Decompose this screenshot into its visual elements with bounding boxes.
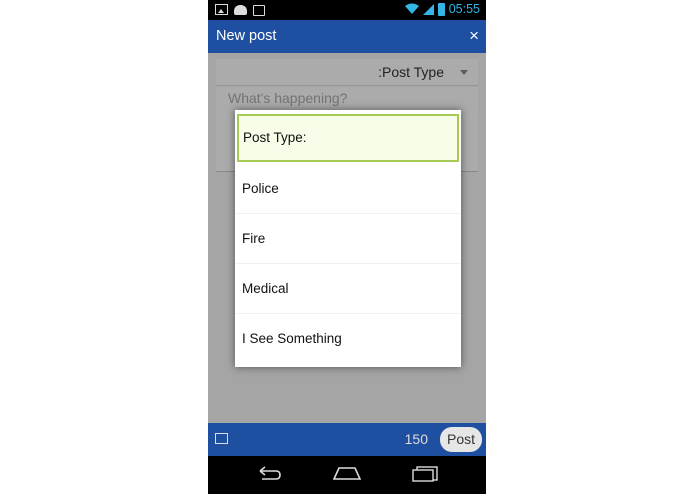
bag-notification-icon: [253, 5, 265, 16]
option-medical[interactable]: Medical: [235, 264, 461, 314]
signal-icon: [422, 3, 434, 15]
phone-screen: 05:55 New post × :Post Type What's happe…: [208, 0, 486, 494]
clock: 05:55: [448, 2, 480, 16]
option-i-see-something[interactable]: I See Something: [235, 314, 461, 364]
post-type-dialog: Post Type: Police Fire Medical I See Som…: [235, 110, 461, 367]
status-bar: 05:55: [208, 0, 486, 20]
post-button[interactable]: Post: [440, 427, 482, 452]
option-post-type[interactable]: Post Type:: [237, 114, 459, 162]
image-notification-icon: [215, 4, 228, 15]
bottom-bar: 150 Post: [208, 423, 486, 456]
close-icon[interactable]: ×: [469, 26, 479, 46]
option-fire[interactable]: Fire: [235, 214, 461, 264]
character-count: 150: [404, 431, 428, 447]
battery-icon: [437, 2, 445, 16]
attach-image-icon[interactable]: [215, 433, 228, 444]
option-police[interactable]: Police: [235, 164, 461, 214]
recent-apps-icon[interactable]: [412, 466, 438, 482]
back-icon[interactable]: [256, 466, 282, 480]
action-bar: New post ×: [208, 20, 486, 53]
home-icon[interactable]: [333, 466, 361, 480]
wifi-icon: [404, 3, 419, 14]
page-title: New post: [216, 28, 277, 44]
navigation-bar: [208, 456, 486, 494]
android-notification-icon: [234, 5, 247, 15]
